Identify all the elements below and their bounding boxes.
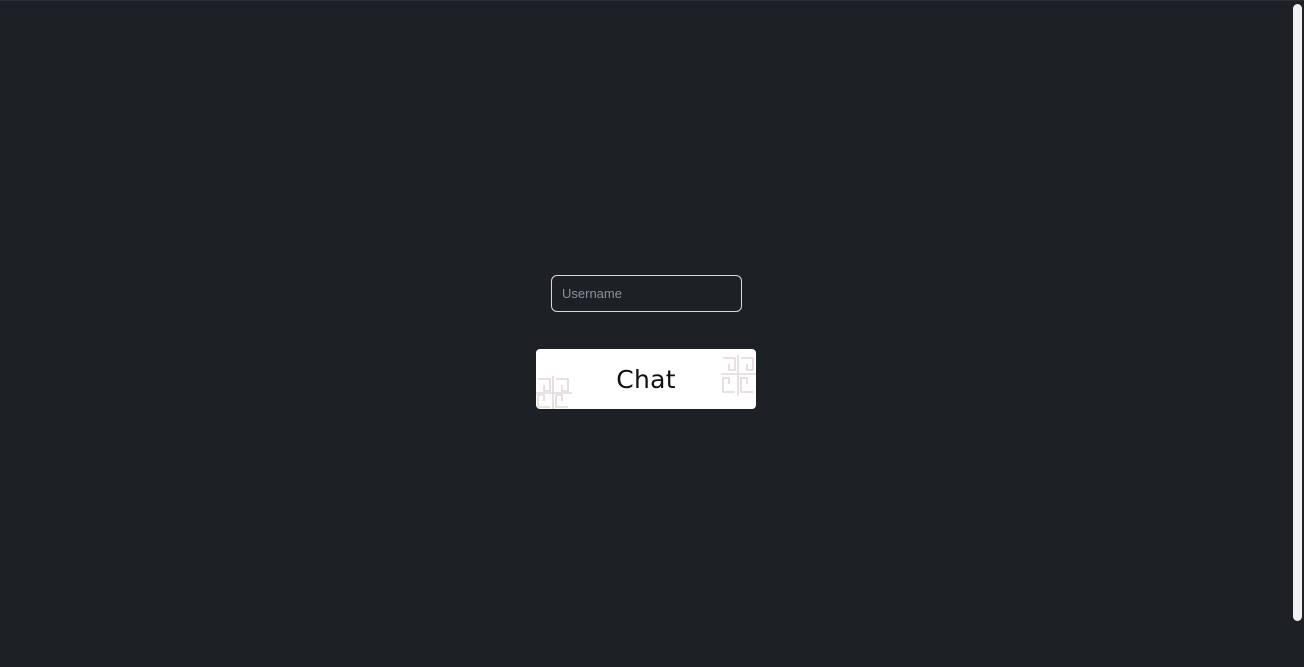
- page: Chat: [0, 0, 1304, 667]
- chat-button-label: Chat: [616, 364, 676, 394]
- chat-button[interactable]: Chat: [536, 349, 756, 409]
- scrollbar-thumb[interactable]: [1293, 4, 1302, 621]
- username-input[interactable]: [551, 275, 742, 312]
